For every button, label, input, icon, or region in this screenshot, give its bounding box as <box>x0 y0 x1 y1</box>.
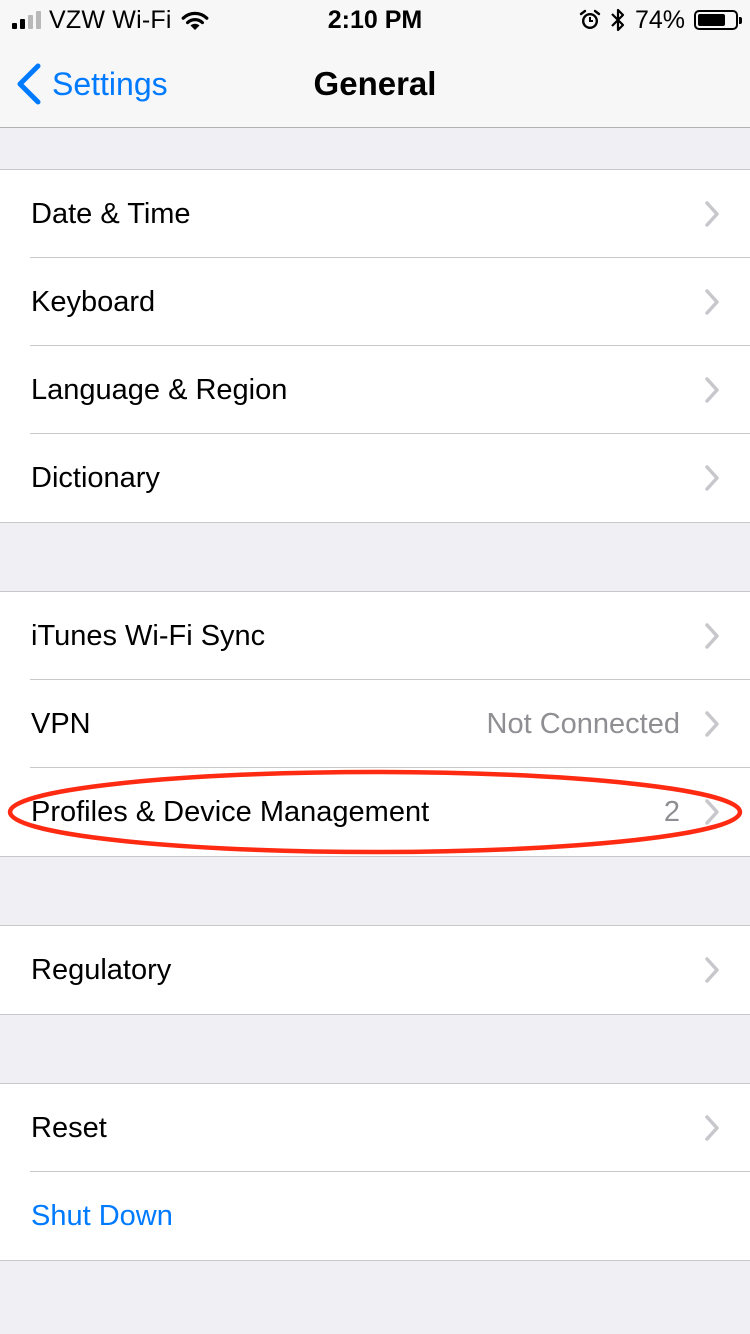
row-profiles-device-management[interactable]: Profiles & Device Management 2 <box>0 767 750 856</box>
row-itunes-wifi-sync[interactable]: iTunes Wi-Fi Sync <box>0 592 750 680</box>
settings-group-regulatory: Regulatory <box>0 925 750 1015</box>
back-label: Settings <box>52 65 168 102</box>
row-label: Profiles & Device Management <box>31 796 430 828</box>
status-bar: VZW Wi-Fi 2:10 PM 74% <box>0 0 750 40</box>
row-dictionary[interactable]: Dictionary <box>0 433 750 522</box>
chevron-right-icon <box>705 377 719 403</box>
chevron-left-icon <box>17 63 41 105</box>
chevron-right-icon <box>705 957 719 983</box>
row-label: Reset <box>31 1112 107 1144</box>
row-label: Dictionary <box>31 462 160 494</box>
row-label: Keyboard <box>31 286 156 318</box>
row-reset[interactable]: Reset <box>0 1084 750 1172</box>
row-label: Regulatory <box>31 954 172 986</box>
row-label: VPN <box>31 708 91 740</box>
shut-down-label: Shut Down <box>31 1200 173 1232</box>
vpn-status: Not Connected <box>486 708 680 740</box>
back-button[interactable]: Settings <box>14 40 168 128</box>
row-label: Language & Region <box>31 374 288 406</box>
battery-fill <box>698 14 725 26</box>
chevron-right-icon <box>705 465 719 491</box>
bluetooth-icon <box>611 8 625 32</box>
chevron-right-icon <box>705 799 719 825</box>
chevron-right-icon <box>705 711 719 737</box>
settings-group-reset: Reset Shut Down <box>0 1083 750 1261</box>
row-label: Date & Time <box>31 198 191 230</box>
battery-icon <box>694 10 742 30</box>
status-bar-right: 74% <box>579 4 742 36</box>
row-label: iTunes Wi-Fi Sync <box>31 620 266 652</box>
chevron-right-icon <box>705 201 719 227</box>
row-keyboard[interactable]: Keyboard <box>0 257 750 346</box>
settings-group-general-info: Date & Time Keyboard Language & Region D… <box>0 169 750 523</box>
chevron-right-icon <box>705 1115 719 1141</box>
profiles-count: 2 <box>663 796 680 828</box>
row-date-time[interactable]: Date & Time <box>0 170 750 258</box>
row-language-region[interactable]: Language & Region <box>0 345 750 434</box>
row-vpn[interactable]: VPN Not Connected <box>0 679 750 768</box>
alarm-icon <box>579 9 601 29</box>
chevron-right-icon <box>705 289 719 315</box>
navigation-bar: Settings General <box>0 40 750 128</box>
chevron-right-icon <box>705 623 719 649</box>
battery-percent: 74% <box>634 6 685 34</box>
row-shut-down[interactable]: Shut Down <box>0 1171 750 1260</box>
row-regulatory[interactable]: Regulatory <box>0 926 750 1014</box>
settings-group-connectivity: iTunes Wi-Fi Sync VPN Not Connected Prof… <box>0 591 750 857</box>
